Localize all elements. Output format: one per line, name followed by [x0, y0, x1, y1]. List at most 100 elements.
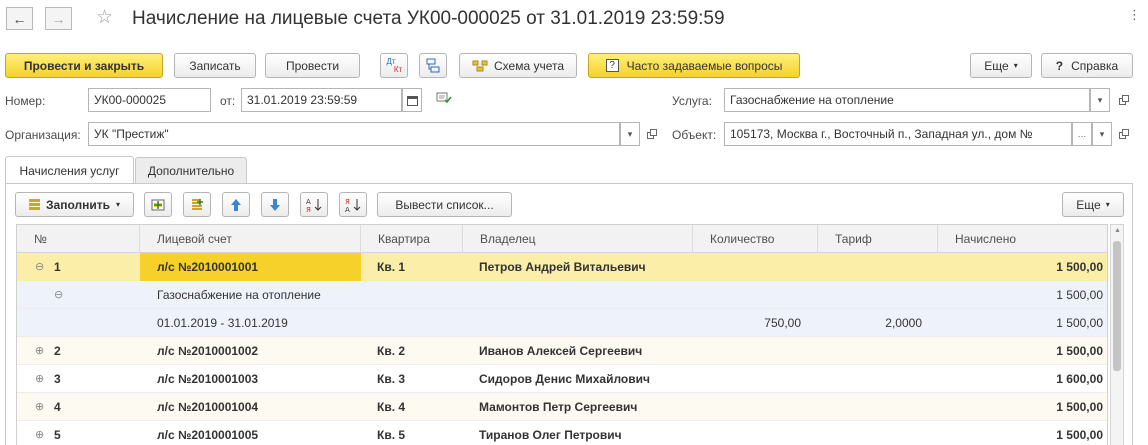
table-row[interactable]: 01.01.2019 - 31.01.2019 750,00 2,0000 1 500… — [17, 309, 1107, 337]
row-account: л/с №2010001004 — [157, 400, 259, 414]
tab-additional[interactable]: Дополнительно — [135, 157, 247, 184]
row-owner: Тиранов Олег Петрович — [479, 428, 622, 442]
organization-field[interactable]: УК "Престиж" — [88, 122, 620, 146]
organization-open-button[interactable] — [642, 122, 662, 146]
table-row[interactable]: ⊕ 4 л/с №2010001004 Кв. 4 Мамонтов Петр Серг… — [17, 393, 1107, 421]
dropdown-arrow-icon: ▾ — [1099, 128, 1105, 139]
table-row[interactable]: ⊕ 3 л/с №2010001003 Кв. 3 Сидоров Денис Миха… — [17, 365, 1107, 393]
forward-button[interactable]: → — [45, 7, 72, 30]
scrollbar-thumb[interactable] — [1113, 241, 1121, 371]
row-amount: 1 500,00 — [1056, 316, 1103, 330]
document-structure-icon — [426, 58, 440, 72]
row-apartment: Кв. 3 — [377, 372, 406, 386]
row-account: л/с №2010001001 — [157, 260, 259, 274]
column-header-quantity[interactable]: Количество — [693, 225, 818, 253]
row-quantity: 750,00 — [764, 316, 801, 330]
favorite-star-icon[interactable]: ☆ — [96, 6, 113, 29]
open-link-icon — [1119, 129, 1129, 139]
fill-label: Заполнить — [46, 197, 110, 212]
column-header-account[interactable]: Лицевой счет — [140, 225, 361, 253]
row-number: 4 — [54, 400, 61, 414]
row-apartment: Кв. 5 — [377, 428, 406, 442]
comment-check-icon[interactable] — [436, 91, 452, 108]
back-button[interactable]: ← — [6, 7, 33, 30]
row-quantity — [693, 281, 801, 309]
organization-dropdown-button[interactable]: ▾ — [620, 122, 640, 146]
fill-button[interactable]: Заполнить ▾ — [15, 192, 134, 217]
svg-text:Я: Я — [306, 206, 311, 213]
accounting-scheme-button[interactable]: Схема учета — [459, 53, 577, 78]
help-label: Справка — [1071, 58, 1119, 73]
more-options-icon[interactable]: ⋮ — [1128, 7, 1141, 23]
number-label: Номер: — [5, 94, 46, 108]
service-open-button[interactable] — [1114, 88, 1134, 112]
tab-service-charges[interactable]: Начисления услуг — [5, 156, 134, 184]
svg-text:А: А — [345, 206, 350, 213]
row-account: 01.01.2019 - 31.01.2019 — [157, 316, 288, 330]
sort-ascending-button[interactable]: АЯ — [300, 192, 328, 217]
column-header-owner[interactable]: Владелец — [463, 225, 693, 253]
help-button[interactable]: ? Справка — [1041, 53, 1133, 78]
expand-icon[interactable]: ⊕ — [35, 428, 44, 441]
ellipsis-icon: … — [1077, 129, 1087, 139]
move-up-button[interactable] — [222, 192, 250, 217]
table-scrollbar[interactable]: ▲ — [1110, 224, 1124, 445]
date-label: от: — [220, 94, 236, 108]
object-select-button[interactable]: … — [1072, 122, 1092, 146]
organization-label: Организация: — [5, 128, 81, 142]
calendar-button[interactable] — [402, 88, 422, 112]
row-owner: Мамонтов Петр Сергеевич — [479, 400, 638, 414]
svg-text:Я: Я — [345, 198, 350, 206]
row-tariff — [818, 337, 922, 365]
save-button[interactable]: Записать — [174, 53, 256, 78]
row-tariff — [818, 253, 922, 281]
table-row[interactable]: ⊕ 2 л/с №2010001002 Кв. 2 Иванов Алексей Сер… — [17, 337, 1107, 365]
column-header-number[interactable]: № — [17, 225, 140, 253]
object-open-button[interactable] — [1114, 122, 1134, 146]
table-row[interactable]: ⊖ 1 л/с №2010001001 Кв. 1 Петров Андрей Вита… — [17, 253, 1107, 281]
window-title: Начисление на лицевые счета УК00-000025 … — [132, 8, 725, 29]
table-row[interactable]: ⊖ Газоснабжение на отопление 1 500,00 — [17, 281, 1107, 309]
service-field[interactable]: Газоснабжение на отопление — [724, 88, 1090, 112]
scroll-up-icon[interactable]: ▲ — [1114, 227, 1121, 234]
collapse-icon[interactable]: ⊖ — [54, 288, 63, 301]
service-dropdown-button[interactable]: ▾ — [1090, 88, 1110, 112]
export-list-button[interactable]: Вывести список... — [377, 192, 512, 217]
row-apartment: Кв. 1 — [377, 260, 406, 274]
faq-button[interactable]: ? Часто задаваемые вопросы — [588, 53, 800, 78]
column-header-amount[interactable]: Начислено — [938, 225, 1107, 253]
move-down-button[interactable] — [261, 192, 289, 217]
row-owner: Петров Андрей Витальевич — [479, 260, 646, 274]
column-header-apartment[interactable]: Квартира — [361, 225, 463, 253]
object-field[interactable]: 105173, Москва г., Восточный п., Западна… — [724, 122, 1072, 146]
dropdown-arrow-icon: ▾ — [1097, 94, 1103, 105]
row-amount: 1 500,00 — [1056, 428, 1103, 442]
fill-list-icon — [29, 198, 40, 211]
arrow-down-icon — [270, 198, 280, 211]
open-link-icon — [1119, 95, 1129, 105]
expand-icon[interactable]: ⊕ — [35, 400, 44, 413]
row-account: Газоснабжение на отопление — [157, 288, 321, 302]
row-apartment: Кв. 2 — [377, 344, 406, 358]
expand-icon[interactable]: ⊕ — [35, 344, 44, 357]
chevron-down-icon: ▾ — [1013, 61, 1018, 70]
date-field[interactable]: 31.01.2019 23:59:59 — [241, 88, 402, 112]
number-field[interactable]: УК00-000025 — [88, 88, 211, 112]
copy-row-button[interactable] — [183, 192, 211, 217]
table-more-button[interactable]: Еще ▾ — [1062, 192, 1124, 217]
post-and-close-button[interactable]: Провести и закрыть — [5, 53, 163, 78]
add-row-button[interactable] — [144, 192, 172, 217]
row-amount: 1 500,00 — [1056, 260, 1103, 274]
sort-descending-button[interactable]: ЯА — [339, 192, 367, 217]
table-more-label: Еще — [1076, 197, 1101, 212]
collapse-icon[interactable]: ⊖ — [35, 260, 44, 273]
post-button[interactable]: Провести — [265, 53, 360, 78]
row-quantity — [693, 393, 801, 421]
table-row[interactable]: ⊕ 5 л/с №2010001005 Кв. 5 Тиранов Олег Петро… — [17, 421, 1107, 445]
structure-button[interactable] — [419, 53, 447, 78]
dt-kt-button[interactable]: Дт Кт — [380, 53, 408, 78]
object-dropdown-button[interactable]: ▾ — [1092, 122, 1112, 146]
expand-icon[interactable]: ⊕ — [35, 372, 44, 385]
more-button[interactable]: Еще ▾ — [970, 53, 1032, 78]
column-header-tariff[interactable]: Тариф — [818, 225, 938, 253]
